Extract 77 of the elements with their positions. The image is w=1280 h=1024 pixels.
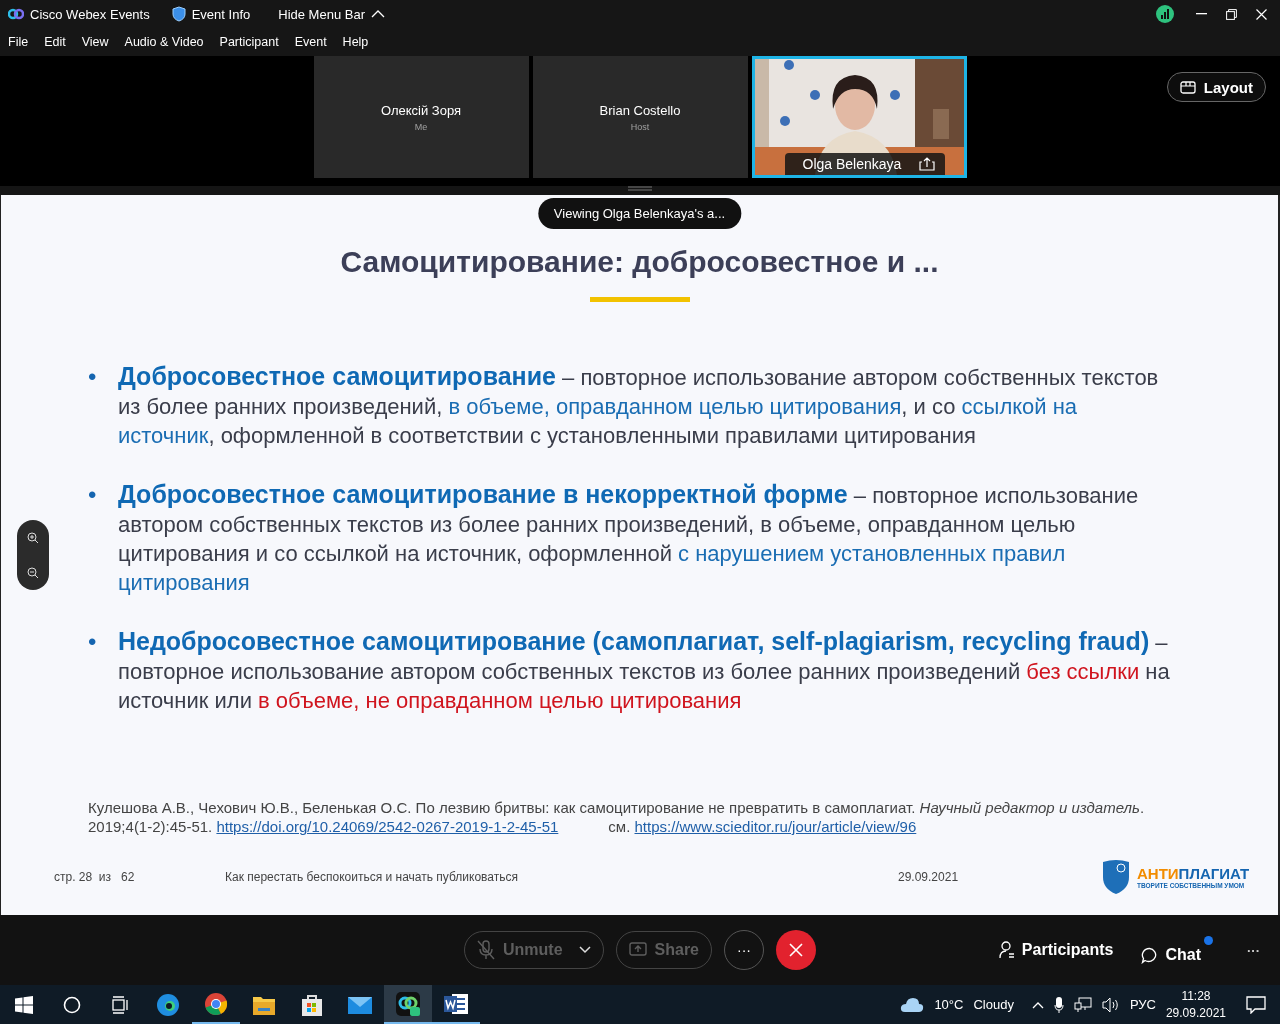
bullet-text: Недобросовестное самоцитирование (самоплагиат, self-plagiarism, recycling fraud) – повторное использование автором собственных текстов из более ранних произведений без ссылки на источник или в объеме, не оправданном целью цитирования xyxy=(118,627,1171,715)
menu-item[interactable]: View xyxy=(81,35,109,49)
app-icon[interactable] xyxy=(395,990,421,1017)
participant-name: Olga Belenkaya xyxy=(802,156,902,172)
shopping-bag-icon[interactable] xyxy=(301,992,323,1017)
volume-icon[interactable] xyxy=(1101,996,1120,1013)
person-icon xyxy=(998,941,1015,959)
zoom-in-icon[interactable] xyxy=(27,531,39,544)
close-icon[interactable] xyxy=(1255,8,1267,20)
temperature: 10°C xyxy=(934,997,964,1012)
document-icon[interactable] xyxy=(443,991,469,1016)
minimize-icon[interactable] xyxy=(1195,13,1207,15)
microphone-icon[interactable] xyxy=(1053,995,1064,1014)
restore-icon[interactable] xyxy=(1225,8,1237,20)
bullet-marker: • xyxy=(88,627,98,657)
layout-button[interactable]: Layout xyxy=(1166,72,1266,102)
shield-icon xyxy=(1101,859,1131,895)
slide-title: Самоцитирование: добросовестное и ... xyxy=(339,245,940,279)
video-tile[interactable]: Olga Belenkaya xyxy=(751,56,967,178)
cloud-icon[interactable] xyxy=(900,996,925,1013)
browser-icon[interactable] xyxy=(204,991,228,1016)
menu-item[interactable]: Audio & Video xyxy=(124,35,204,49)
link[interactable]: https://doi.org/10.24069/2542-0267-2019-1-2-45-51 xyxy=(216,818,559,835)
page-number: стр. 28 из 62 xyxy=(54,870,136,884)
participant-role: Me xyxy=(414,121,428,132)
app-logo-icon xyxy=(8,8,24,20)
bullet-marker: • xyxy=(88,362,98,392)
layout-icon xyxy=(1179,80,1196,94)
participant-name: Олексій Зоря xyxy=(380,102,462,118)
shield-icon xyxy=(171,6,186,22)
menu-item[interactable]: Participant xyxy=(219,35,279,49)
close-icon xyxy=(788,942,804,958)
app-title: Cisco Webex Events xyxy=(30,6,150,22)
menu-item[interactable]: Edit xyxy=(44,35,66,49)
windows-logo-icon[interactable] xyxy=(15,995,33,1014)
language-indicator[interactable]: РУС xyxy=(1129,997,1156,1012)
menu-item[interactable]: Help xyxy=(342,35,369,49)
task-view-icon[interactable] xyxy=(111,995,129,1014)
attendee-tile[interactable]: Олексій Зоря Me xyxy=(313,56,529,178)
notification-icon[interactable] xyxy=(1246,995,1266,1014)
overflow-button[interactable]: ··· xyxy=(1247,942,1260,958)
weather-condition: Cloudy xyxy=(973,997,1014,1012)
participant-name: Brian Costello xyxy=(599,102,681,118)
link[interactable]: https://www.scieditor.ru/jour/article/view/96 xyxy=(634,818,917,835)
leave-button[interactable] xyxy=(776,930,816,970)
share-icon[interactable] xyxy=(919,157,936,171)
signal-icon[interactable] xyxy=(1156,5,1174,23)
speech-bubble-icon xyxy=(1141,946,1159,964)
viewing-banner: Viewing Olga Belenkaya's a... xyxy=(537,198,742,229)
microphone-off-icon xyxy=(477,940,495,960)
search-icon[interactable] xyxy=(63,995,81,1014)
drag-handle-icon[interactable] xyxy=(628,186,652,191)
footer-title: Как перестать беспокоиться и начать публиковаться xyxy=(225,870,519,884)
clock-time: 11:28 xyxy=(1181,987,1211,1005)
caret-down-icon xyxy=(578,946,591,954)
chevron-up-icon[interactable] xyxy=(1031,1000,1044,1009)
menu-item[interactable]: Event xyxy=(294,35,327,49)
bullet-text: Добросовестное самоцитирование – повторное использование автором собственных текстов из более ранних произведений, в объеме, оправданном целью цитирования, и со ссылкой на источник, оформленной в соответствии с установленными правилами цитирования xyxy=(118,362,1160,450)
browser-icon[interactable] xyxy=(156,992,180,1017)
zoom-out-icon[interactable] xyxy=(27,566,39,579)
slide-date: 29.09.2021 xyxy=(898,870,960,884)
hide-menu-bar-button[interactable]: Hide Menu Bar xyxy=(272,6,385,22)
network-icon[interactable] xyxy=(1073,996,1092,1013)
participant-role: Host xyxy=(630,121,650,132)
bullet-marker: • xyxy=(88,480,98,510)
citation: Кулешова А.В., Чехович Ю.В., Беленькая О.С. По лезвию бритвы: как самоцитирование не превратить в самоплагиат. Научный редактор и издатель. 2019;4(1-2):45-51. https://doi.org/10.24069/2542-0267-2019-1-2-45-51 см. https://www.scieditor.ru/jour/article/view/96 xyxy=(87,798,1146,836)
share-screen-icon xyxy=(628,942,647,958)
bullet-text: Добросовестное самоцитирование в некорректной форме – повторное использование автором собственных текстов из более ранних произведений, в объеме, оправданном целью цитирования и со ссылкой на источник, оформленной с нарушением установленных правил цитирования xyxy=(118,480,1140,597)
envelope-icon[interactable] xyxy=(347,994,373,1015)
attendee-tile[interactable]: Brian Costello Host xyxy=(532,56,748,178)
caret-up-icon xyxy=(370,10,385,18)
brand-name: АНТИПЛАГИАТ xyxy=(1137,865,1250,882)
participants-button[interactable]: Participants xyxy=(998,941,1114,959)
menu-item[interactable]: File xyxy=(8,35,29,49)
event-info-button[interactable]: Event Info xyxy=(171,6,251,22)
clock-date: 29.09.2021 xyxy=(1165,1004,1226,1022)
chat-button[interactable]: Chat xyxy=(1141,936,1213,964)
